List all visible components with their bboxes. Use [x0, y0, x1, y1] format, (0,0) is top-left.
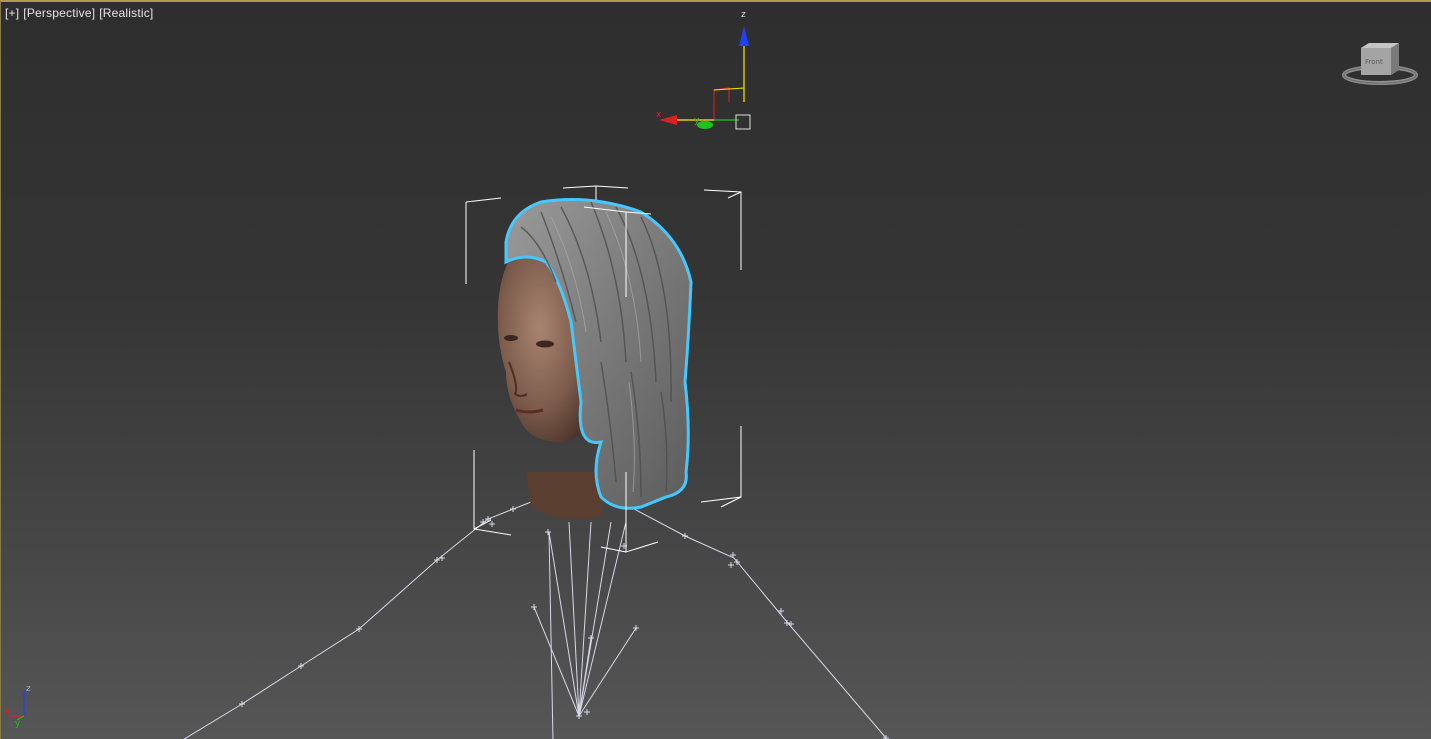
- transform-gizmo[interactable]: z x y: [656, 10, 751, 130]
- world-x-label: x: [5, 707, 11, 717]
- viewcube-side-face[interactable]: [1391, 43, 1399, 75]
- left-arm-bone[interactable]: [181, 501, 532, 739]
- gizmo-y-arrow[interactable]: [697, 121, 713, 129]
- gizmo-plane-xz[interactable]: [713, 87, 730, 120]
- world-axis-tripod: z x y: [5, 684, 31, 729]
- gizmo-z-arrow[interactable]: [739, 26, 749, 46]
- perspective-viewport[interactable]: [+] [Perspective] [Realistic] z x y Fron…: [0, 0, 1431, 739]
- gizmo-x-arrow[interactable]: [659, 115, 677, 125]
- world-z-label: z: [26, 684, 31, 694]
- biped-rig[interactable]: [181, 501, 889, 739]
- gizmo-x-label: x: [656, 110, 662, 120]
- spine-bones[interactable]: [533, 521, 637, 739]
- world-y-label: y: [15, 719, 21, 729]
- right-arm-bone[interactable]: [620, 501, 887, 739]
- gizmo-z-label: z: [741, 10, 746, 20]
- viewcube-face-label: Front: [1365, 58, 1383, 66]
- gizmo-y-label: y: [694, 116, 700, 126]
- gizmo-center-handle[interactable]: [735, 114, 751, 130]
- viewcube[interactable]: Front: [1342, 43, 1418, 85]
- viewport-scene[interactable]: z x y Front z x y: [1, 2, 1431, 739]
